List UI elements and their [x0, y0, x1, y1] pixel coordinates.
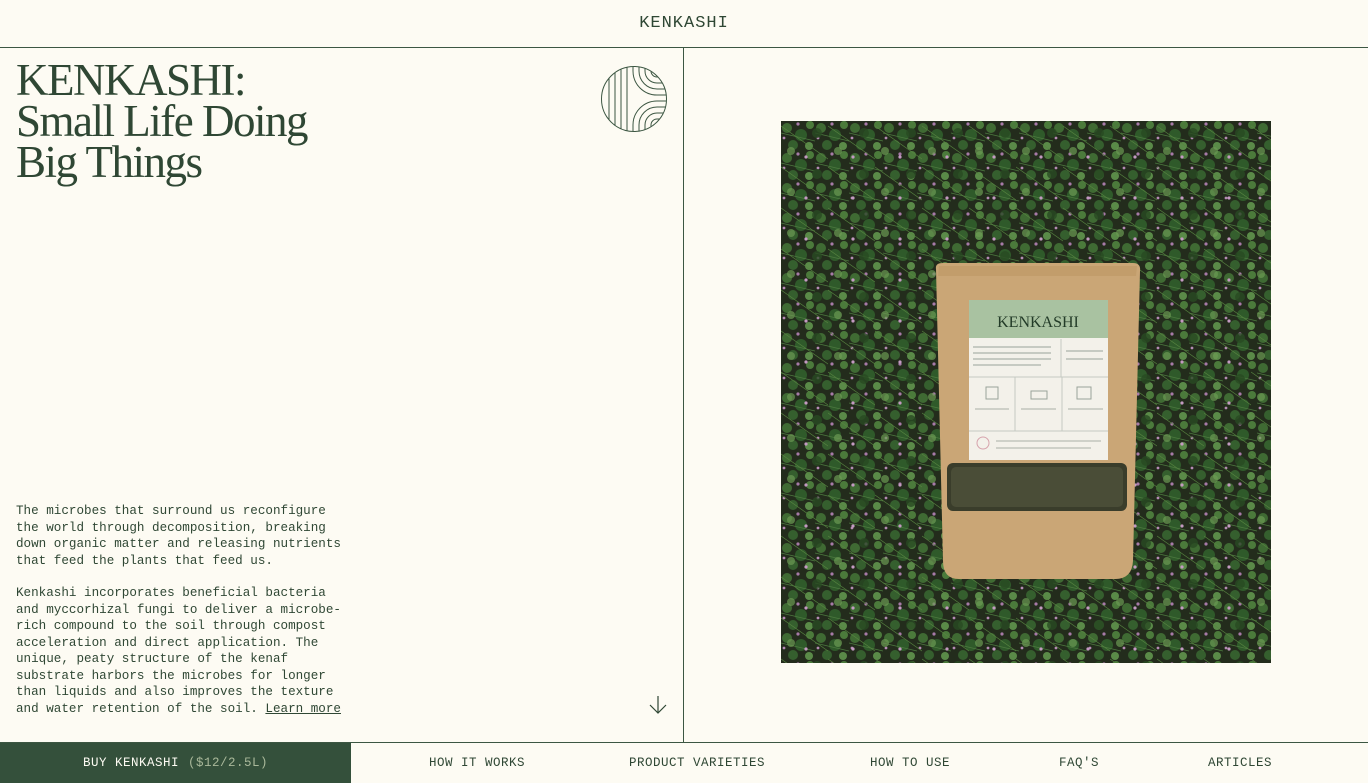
headline-line-2: Small Life Doing	[16, 96, 308, 146]
nav-items: HOW IT WORKS PRODUCT VARIETIES HOW TO US…	[351, 743, 1368, 783]
intro-paragraph: The microbes that surround us reconfigur…	[16, 504, 341, 568]
bottom-navigation: BUY KENKASHI ($12/2.5L) HOW IT WORKS PRO…	[0, 742, 1368, 783]
package-brand-label: KENKASHI	[997, 314, 1079, 331]
buy-button[interactable]: BUY KENKASHI ($12/2.5L)	[0, 743, 351, 783]
hero-headline: KENKASHI: Small Life Doing Big Things	[16, 55, 436, 187]
product-photo: KENKASHI	[781, 121, 1271, 663]
arrow-down-icon[interactable]	[648, 695, 668, 715]
hero-body-copy: The microbes that surround us reconfigur…	[16, 503, 346, 733]
vertical-divider	[683, 48, 684, 742]
nav-how-it-works[interactable]: HOW IT WORKS	[429, 743, 525, 783]
brand-logo[interactable]: KENKASHI	[639, 14, 729, 33]
headline-line-3: Big Things	[16, 137, 203, 187]
learn-more-link[interactable]: Learn more	[265, 702, 341, 716]
circle-logo-icon	[601, 66, 667, 132]
buy-label: BUY KENKASHI	[82, 756, 179, 770]
site-header: KENKASHI	[0, 0, 1368, 48]
nav-how-to-use[interactable]: HOW TO USE	[870, 743, 950, 783]
headline-line-1: KENKASHI:	[16, 55, 247, 105]
nav-articles[interactable]: ARTICLES	[1208, 743, 1272, 783]
buy-price: ($12/2.5L)	[188, 756, 269, 770]
nav-product-varieties[interactable]: PRODUCT VARIETIES	[629, 743, 765, 783]
nav-faqs[interactable]: FAQ'S	[1059, 743, 1099, 783]
description-text: Kenkashi incorporates beneficial bacteri…	[16, 586, 341, 716]
description-paragraph: Kenkashi incorporates beneficial bacteri…	[16, 585, 346, 717]
